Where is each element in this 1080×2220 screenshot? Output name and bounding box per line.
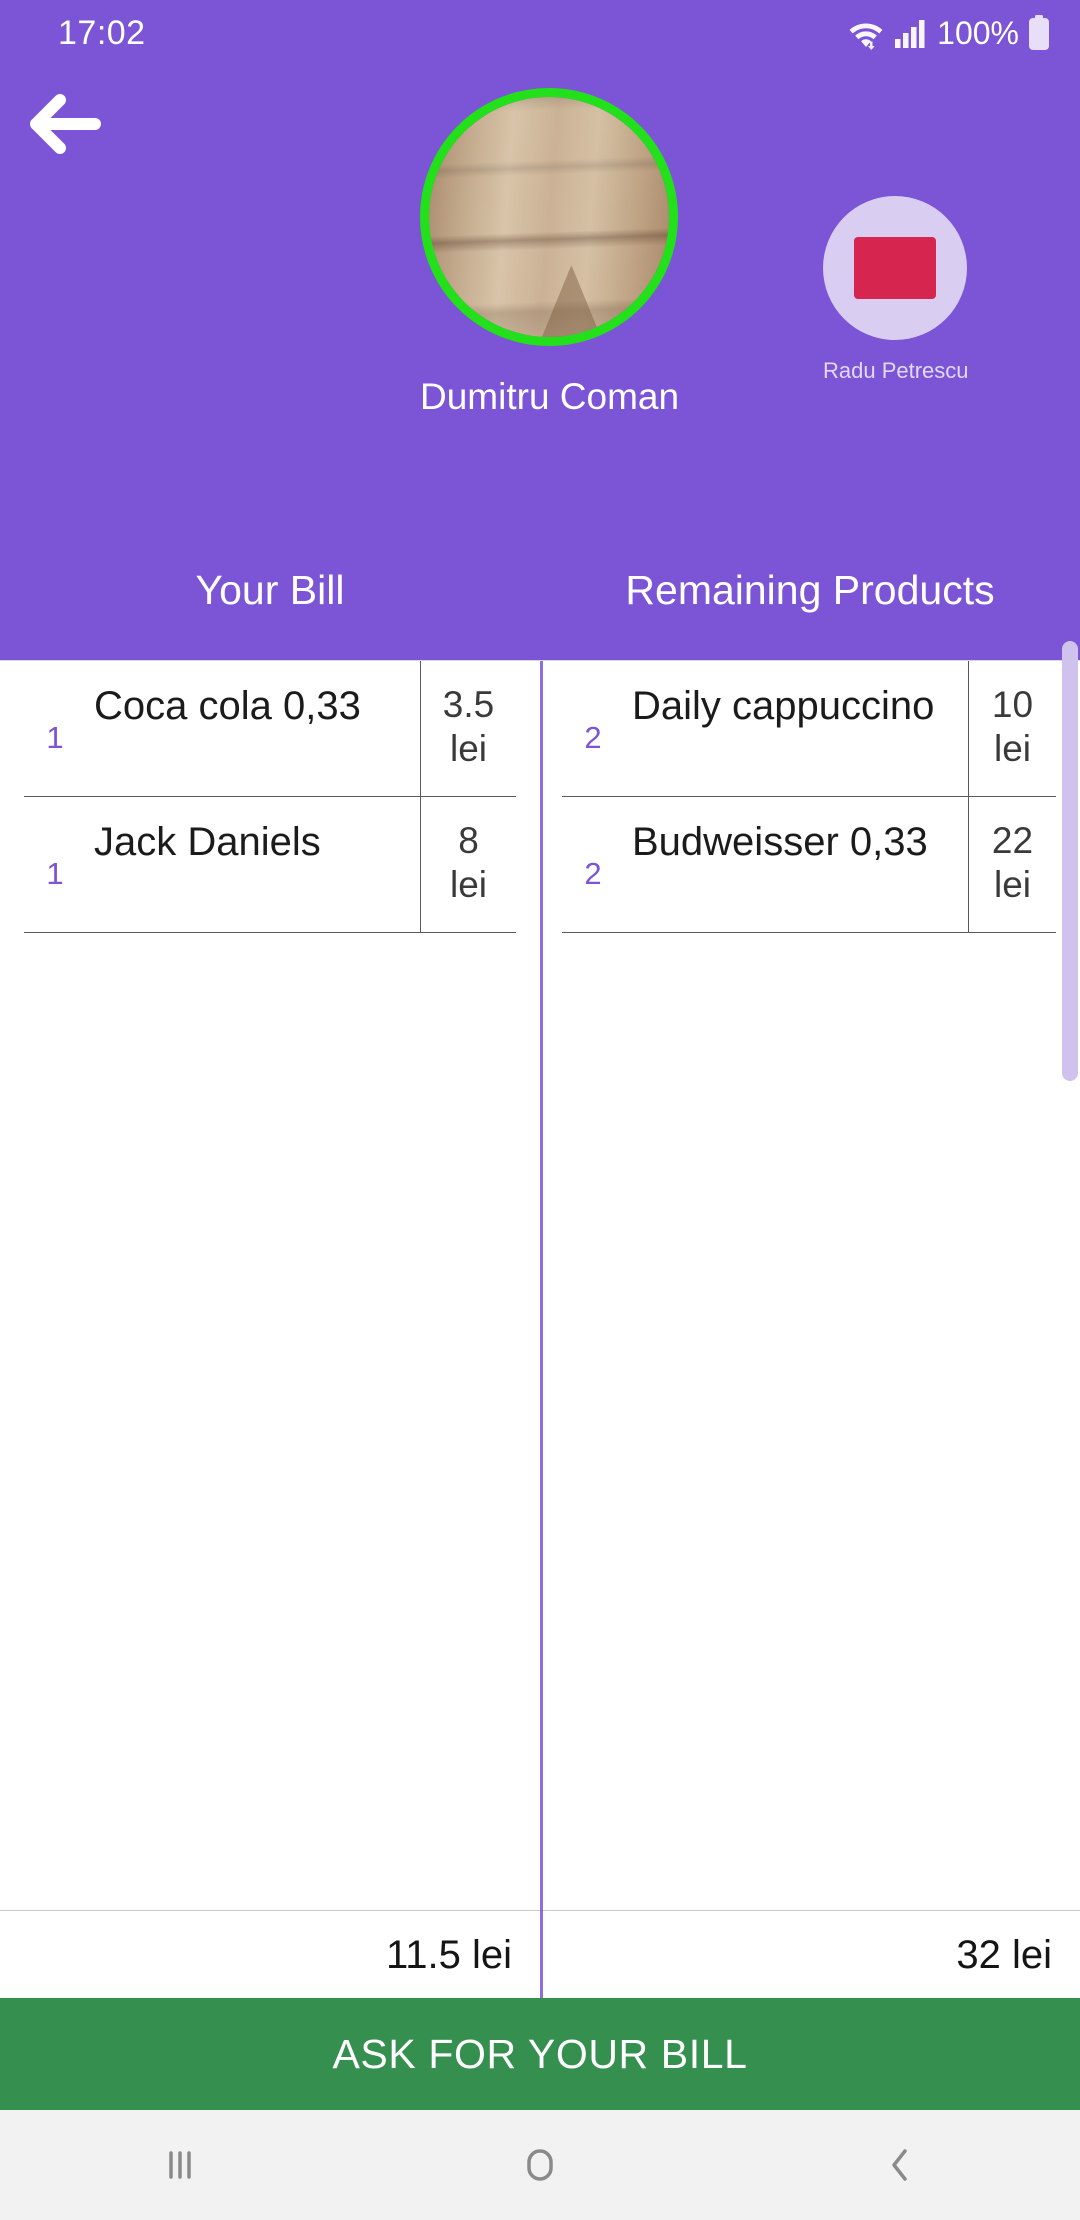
- remaining-products-total: 32 lei: [540, 1910, 1080, 1998]
- status-indicators: 100%: [847, 15, 1050, 52]
- column-titles: Your Bill Remaining Products: [0, 570, 1080, 611]
- bill-body: 1 Coca cola 0,33 3.5 lei 1 Jack Daniels …: [0, 641, 1080, 1998]
- ask-for-your-bill-button[interactable]: ASK FOR YOUR BILL: [0, 1998, 1080, 2110]
- avatar-secondary[interactable]: [823, 196, 967, 340]
- table-row[interactable]: 2 Budweisser 0,33 22 lei: [562, 797, 1056, 933]
- wifi-icon: [847, 16, 885, 50]
- home-icon[interactable]: [470, 2110, 610, 2220]
- scrollbar-thumb[interactable]: [1062, 641, 1078, 1081]
- your-bill-total: 11.5 lei: [0, 1910, 540, 1998]
- row-price-value: 3.5: [442, 684, 495, 725]
- battery-icon: [1028, 15, 1050, 51]
- row-product-name: Daily cappuccino: [632, 684, 935, 728]
- row-price-currency: lei: [449, 727, 488, 769]
- row-price: 3.5 lei: [420, 661, 516, 796]
- row-product-name: Coca cola 0,33: [94, 684, 361, 728]
- your-bill-rows: 1 Coca cola 0,33 3.5 lei 1 Jack Daniels …: [0, 661, 540, 1910]
- column-title-remaining-products: Remaining Products: [625, 567, 995, 613]
- row-price: 8 lei: [420, 797, 516, 932]
- row-price: 10 lei: [968, 661, 1056, 796]
- status-time: 17:02: [58, 13, 146, 52]
- row-product-name: Budweisser 0,33: [632, 820, 928, 864]
- row-quantity: 2: [584, 720, 602, 755]
- status-bar: 17:02 100%: [0, 0, 1080, 66]
- column-title-your-bill: Your Bill: [195, 567, 345, 613]
- android-nav-bar: [0, 2110, 1080, 2220]
- row-product-name: Jack Daniels: [94, 820, 321, 864]
- row-quantity: 1: [46, 856, 64, 891]
- panel-remaining-products: 2 Daily cappuccino 10 lei 2 Budweisser 0…: [540, 661, 1080, 1998]
- remaining-products-rows: 2 Daily cappuccino 10 lei 2 Budweisser 0…: [540, 661, 1080, 1910]
- back-arrow-icon[interactable]: [26, 88, 104, 160]
- avatar-main[interactable]: [420, 88, 678, 346]
- column-divider: [540, 661, 543, 1998]
- row-price-currency: lei: [993, 727, 1032, 769]
- main-user-name: Dumitru Coman: [420, 376, 680, 417]
- main-user-block[interactable]: Dumitru Coman: [420, 88, 680, 418]
- avatar-placeholder-shape: [854, 237, 936, 299]
- row-price-value: 8: [458, 820, 479, 861]
- row-quantity: 2: [584, 856, 602, 891]
- app-root: 17:02 100% Dumitru Coman Radu Petrescu Y…: [0, 0, 1080, 2220]
- row-price: 22 lei: [968, 797, 1056, 932]
- row-price-value: 10: [991, 684, 1034, 725]
- row-quantity: 1: [46, 720, 64, 755]
- recents-icon[interactable]: [110, 2110, 250, 2220]
- purple-header: 17:02 100% Dumitru Coman Radu Petrescu Y…: [0, 0, 1080, 660]
- table-row[interactable]: 1 Jack Daniels 8 lei: [24, 797, 516, 933]
- row-price-value: 22: [991, 820, 1034, 861]
- other-user-name: Radu Petrescu: [823, 358, 969, 383]
- panel-your-bill: 1 Coca cola 0,33 3.5 lei 1 Jack Daniels …: [0, 661, 540, 1998]
- back-chevron-icon[interactable]: [830, 2110, 970, 2220]
- table-row[interactable]: 2 Daily cappuccino 10 lei: [562, 661, 1056, 797]
- table-row[interactable]: 1 Coca cola 0,33 3.5 lei: [24, 661, 516, 797]
- row-price-currency: lei: [449, 863, 488, 905]
- other-user-block[interactable]: Radu Petrescu: [823, 196, 969, 384]
- battery-percentage-label: 100%: [937, 14, 1019, 51]
- cellular-signal-icon: [894, 16, 926, 50]
- row-price-currency: lei: [993, 863, 1032, 905]
